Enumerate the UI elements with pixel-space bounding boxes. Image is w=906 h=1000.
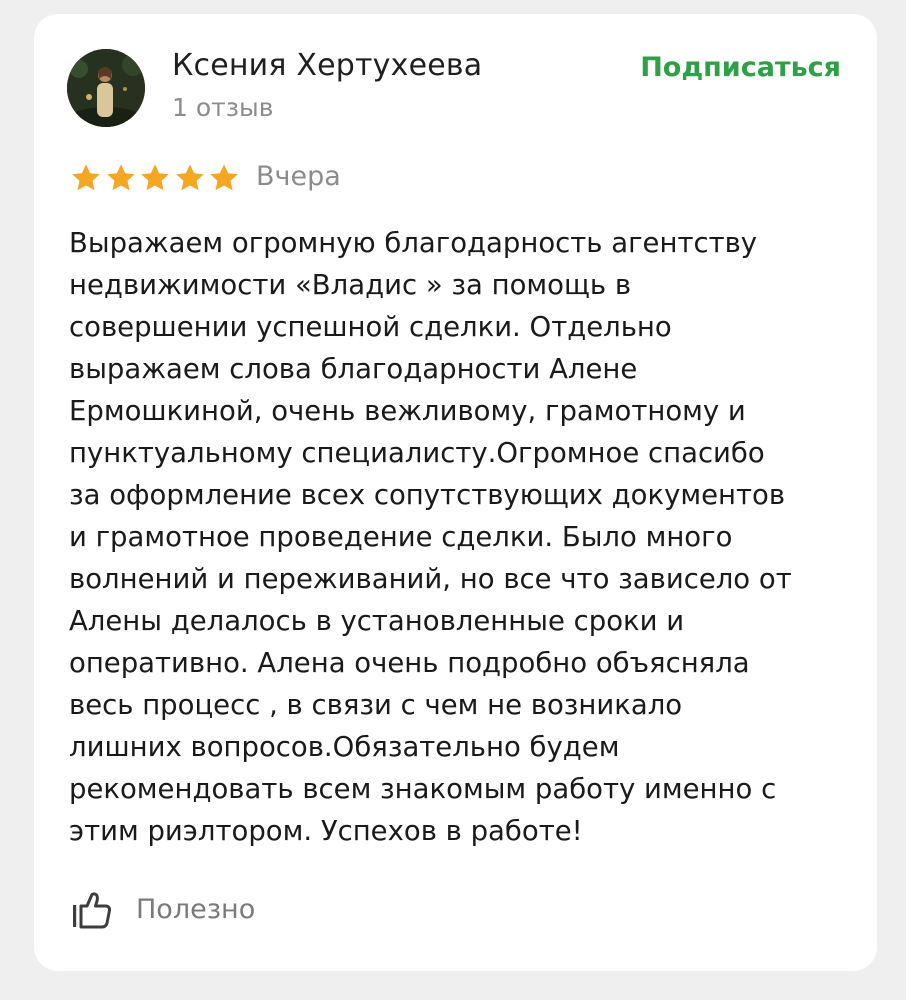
review-text-line: Алены делалось в установленные сроки и <box>69 605 685 637</box>
review-text-line: рекомендовать всем знакомым работу именн… <box>69 773 777 805</box>
star-icon <box>106 164 135 191</box>
star-icon <box>72 164 100 191</box>
review-text-line: лишних вопросов.Обязательно будем <box>69 731 620 763</box>
subscribe-button[interactable]: Подписаться <box>640 50 841 86</box>
review-text-line: весь процесс , в связи с чем не возникал… <box>69 689 683 721</box>
review-text-line: оперативно. Алена очень подробно объясня… <box>69 647 750 679</box>
author-name[interactable]: Ксения Хертухеева <box>172 46 482 86</box>
helpful-button[interactable]: Полезно <box>70 888 255 932</box>
review-card: Ксения Хертухеева 1 отзыв Подписаться Вч… <box>34 14 877 971</box>
review-text-line: недвижимости «Владис » за помощь в <box>69 269 632 301</box>
helpful-label: Полезно <box>136 894 256 925</box>
star-icon <box>141 164 169 191</box>
star-icon <box>210 164 238 191</box>
review-date: Вчера <box>256 161 341 192</box>
author-avatar[interactable] <box>67 49 145 127</box>
review-text: Выражаем огромную благодарность агентств… <box>69 222 854 852</box>
review-text-line: пунктуальному специалисту.Огромное спаси… <box>69 437 765 469</box>
star-icon <box>175 164 204 191</box>
author-review-count: 1 отзыв <box>172 93 274 122</box>
review-text-line: за оформление всех сопутствующих докумен… <box>69 479 786 511</box>
thumbs-up-icon <box>73 892 112 929</box>
review-text-line: этим риэлтором. Успехов в работе! <box>69 815 583 847</box>
review-text-line: волнений и переживаний, но все что завис… <box>69 563 792 595</box>
review-text-line: и грамотное проведение сделки. Было мног… <box>69 521 733 553</box>
review-text-line: Ермошкиной, очень вежливому, грамотному … <box>69 395 746 427</box>
review-text-line: Выражаем огромную благодарность агентств… <box>69 227 758 259</box>
avatar-photo-icon <box>67 49 145 127</box>
review-text-line: совершении успешной сделки. Отдельно <box>69 311 672 343</box>
review-text-line: выражаем слова благодарности Алене <box>69 353 638 385</box>
star-rating <box>69 159 242 197</box>
